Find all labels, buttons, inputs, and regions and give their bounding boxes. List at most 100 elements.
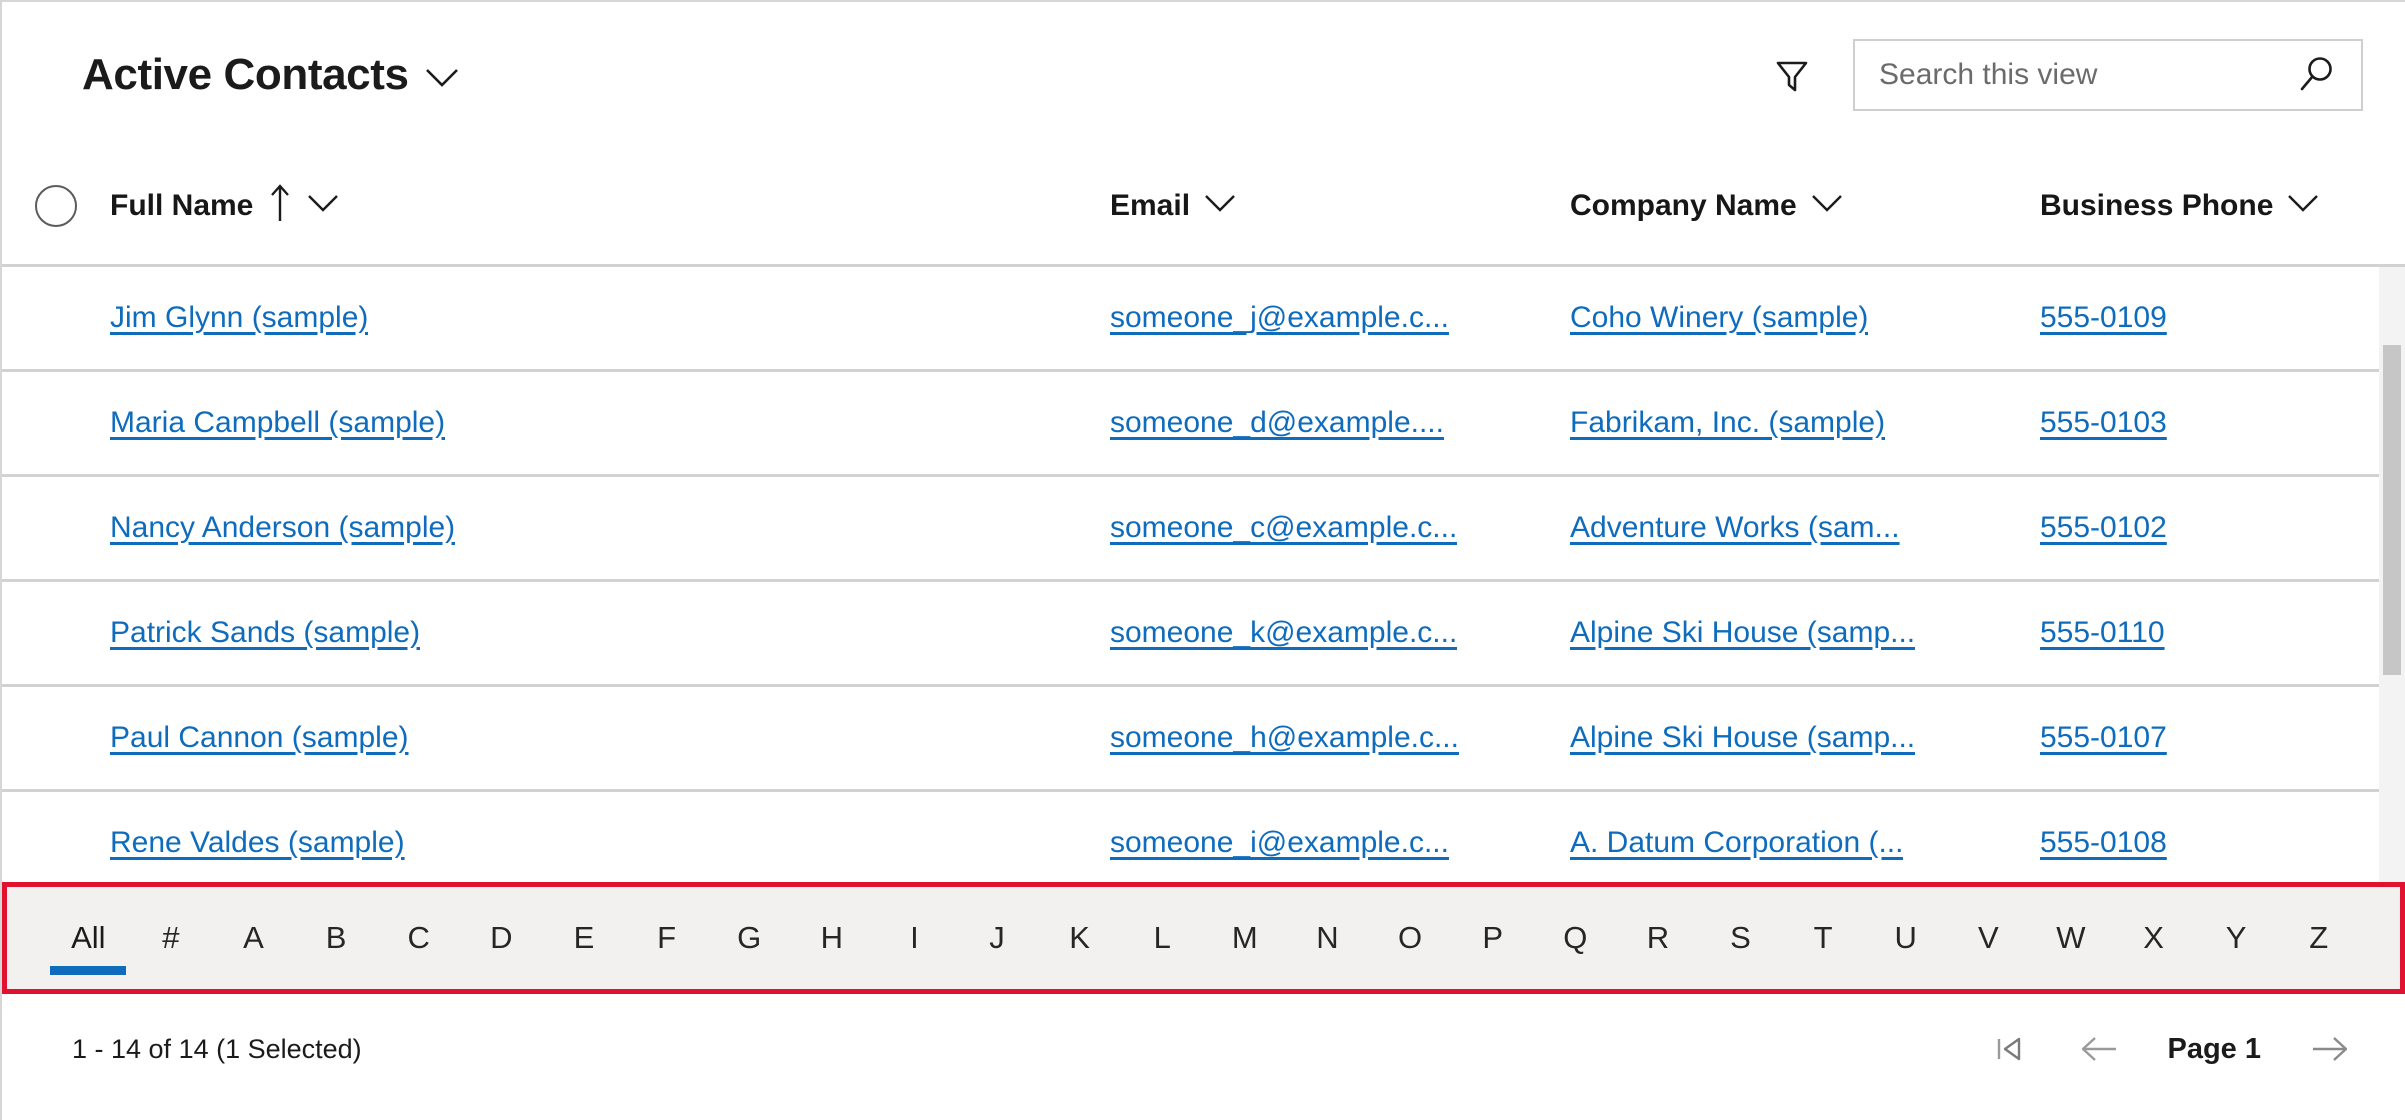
company-link[interactable]: Adventure Works (sam... <box>1570 511 1900 545</box>
contact-link[interactable]: Jim Glynn (sample) <box>110 301 368 335</box>
alphabet-filter-item-q[interactable]: Q <box>1534 887 1617 989</box>
phone-link[interactable]: 555-0107 <box>2040 721 2167 755</box>
column-header-label: Full Name <box>110 188 254 222</box>
cell-email: someone_h@example.c... <box>1110 687 1570 789</box>
alphabet-filter-item-n[interactable]: N <box>1286 887 1369 989</box>
chevron-down-icon[interactable] <box>425 67 459 95</box>
phone-link[interactable]: 555-0102 <box>2040 511 2167 545</box>
email-link[interactable]: someone_c@example.c... <box>1110 511 1457 545</box>
column-header-label: Email <box>1110 188 1191 222</box>
alphabet-filter-item-j[interactable]: J <box>956 887 1039 989</box>
cell-company-name: Adventure Works (sam... <box>1570 477 2040 579</box>
chevron-down-icon[interactable] <box>1811 193 1843 218</box>
company-link[interactable]: Coho Winery (sample) <box>1570 301 1868 335</box>
table-row[interactable]: Nancy Anderson (sample) someone_c@exampl… <box>2 477 2405 582</box>
grid-header-row: Full Name Email Company Name Business Ph… <box>2 147 2405 267</box>
phone-link[interactable]: 555-0103 <box>2040 406 2167 440</box>
table-row[interactable]: Patrick Sands (sample) someone_k@example… <box>2 582 2405 687</box>
table-row[interactable]: Rene Valdes (sample) someone_i@example.c… <box>2 792 2405 882</box>
pagination-controls: Page 1 <box>1982 994 2358 1104</box>
alphabet-filter-item-a[interactable]: A <box>212 887 295 989</box>
cell-business-phone: 555-0108 <box>2040 792 2370 882</box>
record-count-label: 1 - 14 of 14 (1 Selected) <box>72 1033 362 1064</box>
view-command-bar: Active Contacts <box>2 2 2405 147</box>
alphabet-filter-item-s[interactable]: S <box>1699 887 1782 989</box>
company-link[interactable]: Alpine Ski House (samp... <box>1570 616 1915 650</box>
email-link[interactable]: someone_h@example.c... <box>1110 721 1459 755</box>
contact-link[interactable]: Paul Cannon (sample) <box>110 721 409 755</box>
alphabet-filter-item-t[interactable]: T <box>1782 887 1865 989</box>
arrow-right-icon[interactable] <box>2303 1022 2357 1076</box>
alphabet-filter-item-g[interactable]: G <box>708 887 791 989</box>
alphabet-filter-item-x[interactable]: X <box>2112 887 2195 989</box>
select-all-circle[interactable] <box>35 184 77 227</box>
alphabet-filter-item-i[interactable]: I <box>873 887 956 989</box>
cell-full-name: Nancy Anderson (sample) <box>110 477 1110 579</box>
alphabet-filter-item-b[interactable]: B <box>295 887 378 989</box>
chevron-down-icon[interactable] <box>2287 193 2319 218</box>
cell-company-name: Alpine Ski House (samp... <box>1570 582 2040 684</box>
cell-company-name: Coho Winery (sample) <box>1570 267 2040 369</box>
alphabet-filter-item-f[interactable]: F <box>625 887 708 989</box>
search-input[interactable] <box>1879 40 2293 109</box>
cell-company-name: A. Datum Corporation (... <box>1570 792 2040 882</box>
alphabet-filter-item-r[interactable]: R <box>1617 887 1700 989</box>
scrollbar-thumb[interactable] <box>2383 345 2401 675</box>
company-link[interactable]: Alpine Ski House (samp... <box>1570 721 1915 755</box>
arrow-left-icon[interactable] <box>2072 1022 2126 1076</box>
alphabet-filter-item-hash[interactable]: # <box>130 887 213 989</box>
alphabet-filter-item-z[interactable]: Z <box>2277 887 2360 989</box>
email-link[interactable]: someone_k@example.c... <box>1110 616 1457 650</box>
contact-link[interactable]: Rene Valdes (sample) <box>110 826 405 860</box>
alphabet-filter-item-o[interactable]: O <box>1369 887 1452 989</box>
alphabet-filter-item-k[interactable]: K <box>1038 887 1121 989</box>
alphabet-filter-item-y[interactable]: Y <box>2195 887 2278 989</box>
alphabet-filter-item-p[interactable]: P <box>1451 887 1534 989</box>
search-icon[interactable] <box>2293 52 2339 98</box>
phone-link[interactable]: 555-0108 <box>2040 826 2167 860</box>
alphabet-filter-item-m[interactable]: M <box>1204 887 1287 989</box>
email-link[interactable]: someone_d@example.... <box>1110 406 1444 440</box>
sort-arrow-up-icon[interactable] <box>267 181 293 230</box>
grid-vertical-scrollbar[interactable] <box>2379 267 2405 882</box>
table-row[interactable]: Paul Cannon (sample) someone_h@example.c… <box>2 687 2405 792</box>
email-link[interactable]: someone_i@example.c... <box>1110 826 1449 860</box>
view-selector[interactable]: Active Contacts <box>82 50 459 100</box>
alphabet-filter-item-c[interactable]: C <box>377 887 460 989</box>
cell-company-name: Alpine Ski House (samp... <box>1570 687 2040 789</box>
cell-email: someone_j@example.c... <box>1110 267 1570 369</box>
email-link[interactable]: someone_j@example.c... <box>1110 301 1449 335</box>
search-box[interactable] <box>1853 38 2363 111</box>
alphabet-filter-item-d[interactable]: D <box>460 887 543 989</box>
alphabet-filter-item-e[interactable]: E <box>543 887 626 989</box>
alphabet-filter-item-w[interactable]: W <box>2030 887 2113 989</box>
contact-link[interactable]: Nancy Anderson (sample) <box>110 511 455 545</box>
alphabet-filter-item-all[interactable]: All <box>47 887 130 989</box>
alphabet-filter-item-u[interactable]: U <box>1864 887 1947 989</box>
phone-link[interactable]: 555-0109 <box>2040 301 2167 335</box>
filter-funnel-icon[interactable] <box>1753 36 1831 114</box>
table-row[interactable]: Maria Campbell (sample) someone_d@exampl… <box>2 372 2405 477</box>
column-header-company-name[interactable]: Company Name <box>1570 189 2040 223</box>
page-title: Active Contacts <box>82 49 409 99</box>
column-header-email[interactable]: Email <box>1110 189 1570 223</box>
column-header-business-phone[interactable]: Business Phone <box>2040 189 2370 223</box>
view-toolbar <box>1753 2 2405 147</box>
column-header-label: Company Name <box>1570 188 1797 222</box>
alphabet-filter-item-v[interactable]: V <box>1947 887 2030 989</box>
phone-link[interactable]: 555-0110 <box>2040 616 2165 650</box>
column-header-full-name[interactable]: Full Name <box>110 181 1110 230</box>
table-row[interactable]: Jim Glynn (sample) someone_j@example.c..… <box>2 267 2405 372</box>
company-link[interactable]: Fabrikam, Inc. (sample) <box>1570 406 1885 440</box>
contact-link[interactable]: Maria Campbell (sample) <box>110 406 445 440</box>
company-link[interactable]: A. Datum Corporation (... <box>1570 826 1903 860</box>
chevron-down-icon[interactable] <box>307 193 339 218</box>
page-number-label: Page 1 <box>2167 1032 2262 1065</box>
cell-full-name: Rene Valdes (sample) <box>110 792 1110 882</box>
alphabet-filter-item-h[interactable]: H <box>790 887 873 989</box>
first-page-icon[interactable] <box>1982 1022 2036 1076</box>
contact-link[interactable]: Patrick Sands (sample) <box>110 616 420 650</box>
cell-email: someone_c@example.c... <box>1110 477 1570 579</box>
chevron-down-icon[interactable] <box>1204 193 1236 218</box>
alphabet-filter-item-l[interactable]: L <box>1121 887 1204 989</box>
